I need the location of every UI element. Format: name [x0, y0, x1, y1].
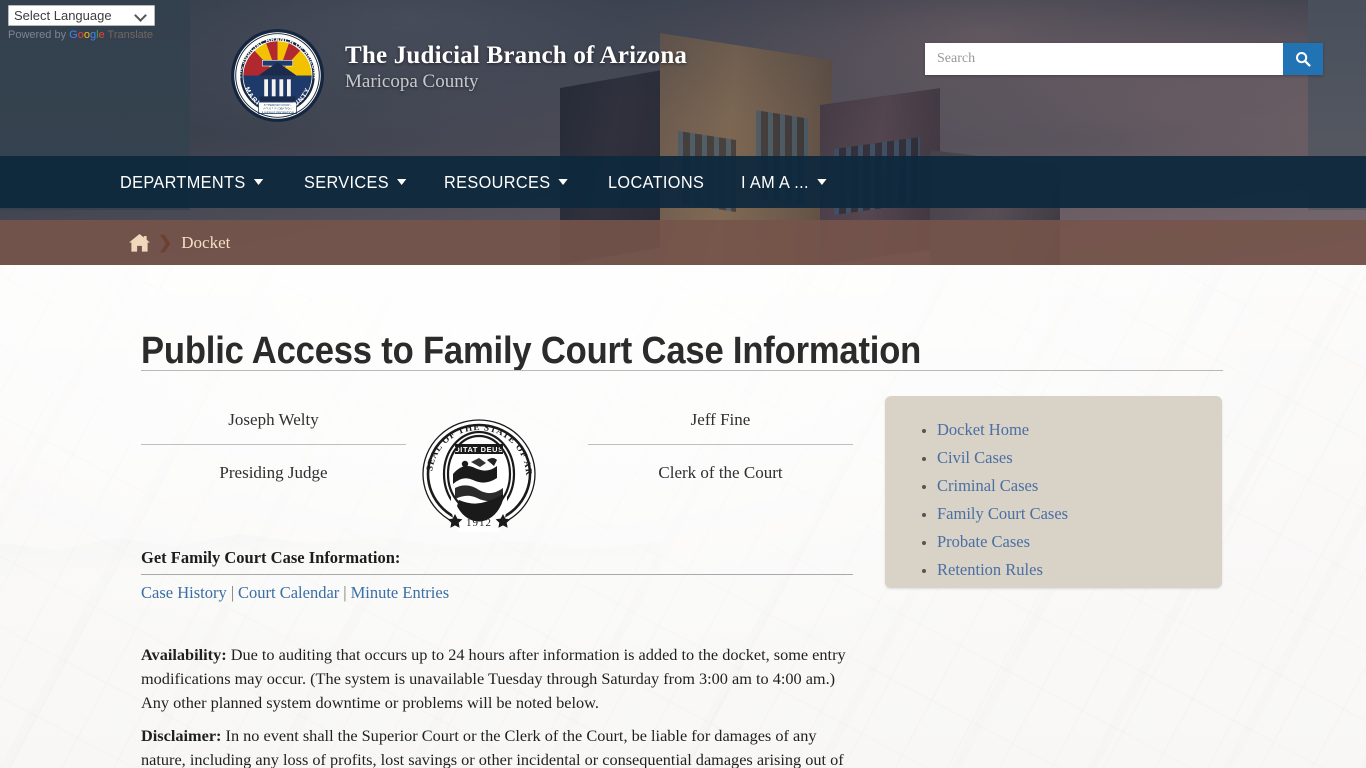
breadcrumb-separator: ❯: [158, 233, 173, 252]
main-navigation[interactable]: DEPARTMENTS SERVICES RESOURCES LOCATIONS…: [0, 156, 1366, 208]
nav-item-i-am-a[interactable]: I AM A ...: [741, 172, 827, 193]
list-item: Docket Home: [937, 420, 1222, 440]
sidebar-item-civil-cases[interactable]: Civil Cases: [937, 448, 1013, 467]
maricopa-county-judicial-seal-icon[interactable]: SUPERIOR COURT ADULT PROBATION JUVENILE …: [228, 28, 327, 123]
site-search[interactable]: [925, 43, 1323, 75]
nav-item-label: I AM A ...: [741, 171, 810, 192]
breadcrumb-item-docket[interactable]: Docket: [181, 233, 230, 253]
list-item: Probate Cases: [937, 532, 1222, 552]
nav-item-label: LOCATIONS: [607, 171, 705, 192]
home-icon[interactable]: [128, 233, 151, 253]
nav-item-services[interactable]: SERVICES: [304, 172, 407, 193]
title-divider: [141, 370, 1223, 371]
google-logo-g1: G: [69, 29, 78, 41]
sidebar-item-probate-cases[interactable]: Probate Cases: [937, 532, 1030, 551]
get-info-links[interactable]: Case History | Court Calendar | Minute Entri…: [141, 583, 449, 603]
sidebar-item-docket-home[interactable]: Docket Home: [937, 420, 1029, 439]
sidebar-item-family-court-cases[interactable]: Family Court Cases: [937, 504, 1068, 523]
breadcrumb[interactable]: ❯ Docket: [0, 220, 1366, 265]
list-item: Criminal Cases: [937, 476, 1222, 496]
link-separator: |: [230, 583, 235, 602]
availability-paragraph: Availability: Due to auditing that occur…: [141, 643, 853, 715]
site-subtitle: Maricopa County: [345, 71, 479, 92]
chevron-down-icon: [397, 179, 407, 185]
page-title: Public Access to Family Court Case Infor…: [141, 330, 922, 373]
official-role: Clerk of the Court: [658, 463, 783, 482]
svg-text:1912: 1912: [466, 517, 492, 529]
chevron-down-icon: [253, 179, 264, 185]
chevron-down-icon: [134, 9, 147, 22]
sidebar-item-retention-rules[interactable]: Retention Rules: [937, 560, 1043, 579]
list-item: Family Court Cases: [937, 504, 1222, 524]
language-select-label: Select Language: [14, 8, 112, 23]
google-translate-widget[interactable]: Select Language Powered by Google Transl…: [8, 5, 155, 41]
sidebar-link-list: Docket Home Civil Cases Criminal Cases F…: [885, 396, 1222, 580]
page-root: Select Language Powered by Google Transl…: [0, 0, 1366, 768]
sidebar-item-criminal-cases[interactable]: Criminal Cases: [937, 476, 1038, 495]
link-minute-entries[interactable]: Minute Entries: [351, 583, 450, 602]
official-clerk-of-court: Jeff Fine Clerk of the Court: [588, 410, 853, 483]
chevron-down-icon: [559, 179, 569, 185]
disclaimer-text: In no event shall the Superior Court or …: [141, 726, 844, 768]
availability-label: Availability:: [141, 645, 227, 665]
search-submit-button[interactable]: [1283, 43, 1323, 75]
link-court-calendar[interactable]: Court Calendar: [238, 583, 339, 602]
svg-text:DITAT DEUS: DITAT DEUS: [454, 445, 503, 454]
nav-item-resources[interactable]: RESOURCES: [444, 171, 569, 193]
chevron-down-icon: [817, 179, 827, 185]
nav-item-label: DEPARTMENTS: [120, 171, 246, 192]
docket-sidebar: Docket Home Civil Cases Criminal Cases F…: [885, 396, 1222, 588]
arizona-state-seal-icon: DITAT DEUS 1912 GREAT: [415, 408, 539, 544]
official-name: Jeff Fine: [690, 410, 751, 429]
list-item: Retention Rules: [937, 560, 1222, 580]
powered-by-text: Powered by: [8, 29, 70, 41]
site-title: The Judicial Branch of Arizona: [345, 42, 688, 69]
powered-by-google-translate: Powered by Google Translate: [8, 29, 155, 41]
link-case-history[interactable]: Case History: [141, 583, 227, 602]
official-name: Joseph Welty: [228, 410, 319, 429]
search-input[interactable]: [925, 43, 1283, 75]
nav-item-departments[interactable]: DEPARTMENTS: [120, 171, 264, 193]
disclaimer-label: Disclaimer:: [141, 726, 222, 746]
nav-item-label: RESOURCES: [444, 171, 551, 192]
language-select[interactable]: Select Language: [8, 5, 155, 26]
list-item: Civil Cases: [937, 448, 1222, 468]
translate-word: Translate: [104, 29, 153, 41]
search-icon: [1296, 52, 1311, 67]
nav-item-locations[interactable]: LOCATIONS: [608, 172, 704, 193]
get-info-divider: [141, 574, 853, 575]
get-info-heading: Get Family Court Case Information:: [141, 548, 401, 567]
link-separator: |: [343, 583, 347, 602]
official-role: Presiding Judge: [219, 463, 328, 482]
availability-text: Due to auditing that occurs up to 24 hou…: [141, 645, 846, 713]
official-presiding-judge: Joseph Welty Presiding Judge: [141, 410, 406, 483]
disclaimer-paragraph: Disclaimer: In no event shall the Superi…: [141, 724, 853, 768]
nav-item-label: SERVICES: [304, 171, 390, 192]
